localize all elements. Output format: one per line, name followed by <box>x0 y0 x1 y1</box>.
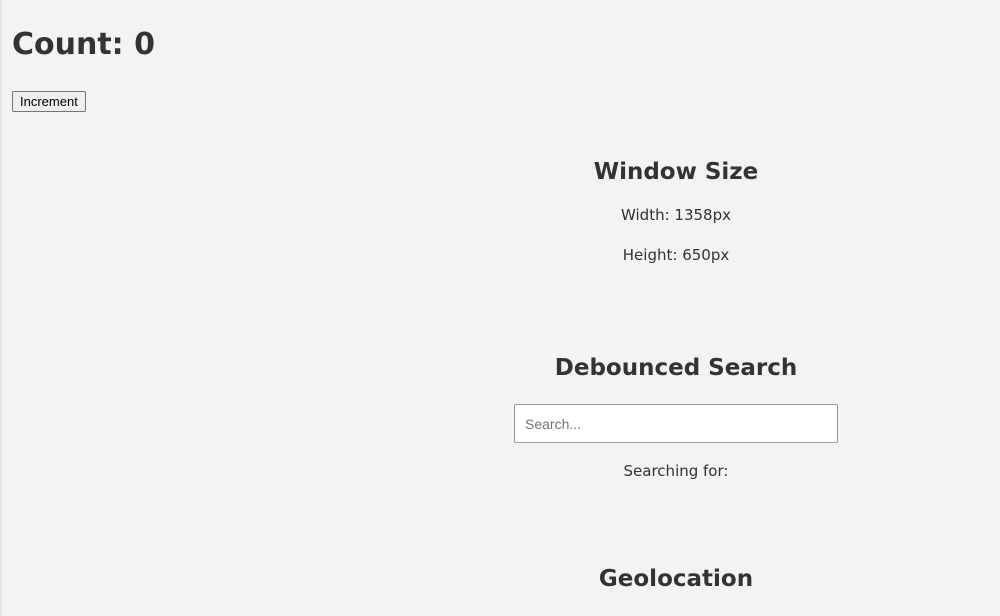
search-input[interactable] <box>514 404 838 443</box>
window-height-text: Height: 650px <box>622 246 730 264</box>
geolocation-section: Geolocation <box>476 564 876 594</box>
window-width-text: Width: 1358px <box>621 206 731 224</box>
searching-for-text: Searching for: <box>623 462 729 480</box>
page: Count: 0 Increment Window Size Width: 13… <box>0 0 1000 616</box>
debounced-search-section: Debounced Search Searching for: <box>476 353 876 481</box>
window-edge-divider <box>0 0 2 616</box>
debounced-search-heading: Debounced Search <box>554 355 798 381</box>
count-heading: Count: 0 <box>12 27 155 62</box>
window-size-heading: Window Size <box>593 159 759 185</box>
window-size-section: Window Size Width: 1358px Height: 650px <box>476 157 876 265</box>
geolocation-heading: Geolocation <box>598 566 754 592</box>
increment-button[interactable]: Increment <box>12 91 86 112</box>
